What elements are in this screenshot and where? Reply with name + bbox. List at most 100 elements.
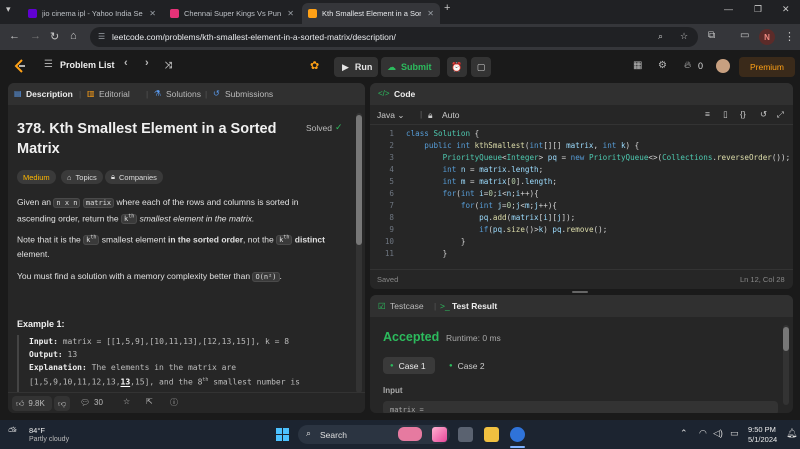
taskbar-search[interactable]: ⌕ Search bbox=[298, 425, 450, 444]
tab-testcase[interactable]: Testcase bbox=[390, 301, 424, 311]
language-select[interactable]: Java ⌄ bbox=[377, 110, 404, 121]
panel-resize-handle[interactable] bbox=[572, 291, 588, 293]
problem-paragraph-2: Note that it is the kth smallest element… bbox=[17, 234, 325, 260]
user-avatar[interactable] bbox=[716, 59, 730, 73]
code-editor[interactable]: 1 class Solution { 2 public int kthSmalle… bbox=[370, 129, 793, 261]
chrome-icon[interactable] bbox=[510, 427, 525, 442]
clock-time[interactable]: 9:50 PM bbox=[748, 425, 776, 434]
close-window-icon[interactable]: ✕ bbox=[782, 4, 790, 15]
bookmark-star-icon[interactable]: ☆ bbox=[680, 31, 688, 42]
search-highlight-icon bbox=[398, 427, 422, 441]
site-info-icon[interactable]: ☰ bbox=[98, 32, 105, 41]
zoom-icon[interactable]: ⌕ bbox=[658, 31, 663, 42]
home-icon[interactable]: ⌂ bbox=[70, 30, 77, 42]
clock-date[interactable]: 5/1/2024 bbox=[748, 435, 777, 444]
comment-icon[interactable]: 💬︎ bbox=[80, 398, 90, 407]
tab-solutions[interactable]: Solutions bbox=[166, 89, 201, 99]
format-icon[interactable]: ≡ bbox=[705, 109, 710, 119]
next-problem-icon[interactable]: › bbox=[145, 57, 149, 69]
fullscreen-icon[interactable]: ⤢ bbox=[777, 109, 784, 120]
settings-gear-icon[interactable]: ⚙ bbox=[658, 60, 667, 71]
bookmark-icon[interactable]: ▯ bbox=[723, 109, 728, 120]
description-scrollbar[interactable] bbox=[356, 113, 362, 393]
dislike-button[interactable]: 👎︎ bbox=[54, 396, 70, 411]
active-app-indicator bbox=[510, 446, 525, 448]
debug-bug-icon[interactable]: ✿ bbox=[310, 59, 319, 72]
restore-icon[interactable]: ❐ bbox=[754, 4, 762, 15]
result-tabs: ☑ Testcase | >_ Test Result bbox=[370, 295, 793, 317]
reload-icon[interactable]: ↻ bbox=[50, 30, 59, 43]
topics-tag[interactable]: ⌂ Topics bbox=[61, 170, 103, 184]
result-scrollbar[interactable] bbox=[783, 325, 789, 405]
streak-count: 0 bbox=[698, 61, 704, 71]
scrollbar-thumb[interactable] bbox=[783, 327, 789, 351]
leetcode-logo-icon[interactable] bbox=[14, 59, 26, 73]
scrollbar-thumb[interactable] bbox=[356, 115, 362, 245]
braces-icon[interactable]: {} bbox=[740, 109, 746, 119]
problem-list-link[interactable]: Problem List bbox=[60, 60, 115, 70]
battery-icon[interactable]: ▭ bbox=[730, 428, 739, 439]
prev-problem-icon[interactable]: ‹ bbox=[124, 57, 128, 69]
accepted-status: Accepted bbox=[383, 330, 440, 344]
close-tab-icon[interactable]: ✕ bbox=[149, 9, 156, 18]
copilot-icon[interactable] bbox=[432, 427, 447, 442]
description-doc-icon: ▤ bbox=[14, 89, 22, 98]
browser-menu-icon[interactable]: ⋮ bbox=[784, 30, 795, 43]
weather-icon[interactable]: ⛅︎ bbox=[8, 426, 17, 439]
address-bar[interactable]: ☰ leetcode.com/problems/kth-smallest-ele… bbox=[90, 27, 698, 47]
layout-grid-icon[interactable]: ▦ bbox=[633, 60, 642, 71]
run-button[interactable]: ▶ Run bbox=[334, 57, 378, 77]
shuffle-icon[interactable]: ⤨ bbox=[165, 60, 172, 71]
extensions-icon[interactable]: ⧉ bbox=[708, 30, 715, 41]
cursor-position: Ln 12, Col 28 bbox=[740, 275, 785, 284]
tab-description[interactable]: Description bbox=[26, 89, 73, 99]
timer-button[interactable]: ⏰ bbox=[447, 57, 467, 77]
tab-editorial[interactable]: Editorial bbox=[99, 89, 130, 99]
play-icon: ▶ bbox=[342, 61, 349, 72]
file-explorer-icon[interactable] bbox=[484, 427, 499, 442]
premium-button[interactable]: Premium bbox=[739, 57, 795, 77]
browser-tab-yahoo[interactable]: jio cinema ipl - Yahoo India Sea ✕ bbox=[22, 3, 162, 24]
wifi-icon[interactable]: ◠ bbox=[699, 428, 707, 439]
like-button[interactable]: 👍︎ 9.8K bbox=[12, 396, 52, 411]
problem-paragraph-1: Given an n x n matrix where each of the … bbox=[17, 197, 299, 225]
show-hidden-icons[interactable]: ⌃ bbox=[680, 428, 688, 439]
sidebar-icon[interactable]: ▭ bbox=[740, 30, 749, 41]
thumbs-up-icon: 👍︎ bbox=[16, 398, 25, 408]
windows-start-icon[interactable] bbox=[276, 428, 289, 441]
case-1-tab[interactable]: ● Case 1 bbox=[383, 357, 435, 374]
task-view-icon[interactable] bbox=[458, 427, 473, 442]
solutions-flask-icon: ⚗ bbox=[154, 89, 162, 98]
tab-submissions[interactable]: Submissions bbox=[225, 89, 273, 99]
search-icon: ⌕ bbox=[306, 428, 312, 438]
tab-test-result[interactable]: Test Result bbox=[452, 301, 497, 311]
favorite-star-icon[interactable]: ☆ bbox=[123, 397, 130, 406]
back-icon[interactable]: ← bbox=[9, 30, 20, 42]
notification-bell-icon[interactable]: 🔔︎ bbox=[786, 428, 797, 439]
code-panel-header: </> Code bbox=[370, 83, 793, 105]
tab-search-icon[interactable]: ▾ bbox=[6, 4, 11, 15]
test-result-panel: ☑ Testcase | >_ Test Result Accepted Run… bbox=[370, 295, 793, 413]
auto-mode-label[interactable]: Auto bbox=[442, 110, 460, 120]
browser-tab-csk[interactable]: Chennai Super Kings Vs Punjab ✕ bbox=[164, 3, 300, 24]
companies-tag[interactable]: 🔒︎ Companies bbox=[105, 170, 163, 184]
volume-icon[interactable]: ◁) bbox=[713, 428, 723, 439]
submit-button[interactable]: ☁ Submit bbox=[381, 57, 440, 77]
profile-avatar[interactable]: N bbox=[759, 29, 775, 45]
reset-icon[interactable]: ↺ bbox=[760, 109, 767, 120]
forward-icon[interactable]: → bbox=[30, 30, 41, 42]
new-tab-button[interactable]: + bbox=[444, 2, 450, 14]
minimize-icon[interactable]: — bbox=[724, 4, 733, 14]
close-tab-icon[interactable]: ✕ bbox=[427, 9, 434, 18]
close-tab-icon[interactable]: ✕ bbox=[287, 9, 294, 18]
browser-tab-leetcode[interactable]: Kth Smallest Element in a Sorte ✕ bbox=[302, 3, 440, 24]
share-icon[interactable]: ⇱ bbox=[146, 397, 153, 406]
case-2-tab[interactable]: ● Case 2 bbox=[442, 357, 494, 374]
notes-button[interactable]: ▢ bbox=[471, 57, 491, 77]
difficulty-badge: Medium bbox=[17, 170, 56, 184]
result-arrow-icon: >_ bbox=[440, 301, 450, 311]
streak-fire-icon[interactable]: 🔥︎ bbox=[684, 60, 691, 71]
problem-list-icon[interactable]: ☰ bbox=[44, 59, 53, 70]
help-icon[interactable]: ⓘ bbox=[170, 397, 178, 408]
save-status: Saved bbox=[377, 275, 399, 284]
